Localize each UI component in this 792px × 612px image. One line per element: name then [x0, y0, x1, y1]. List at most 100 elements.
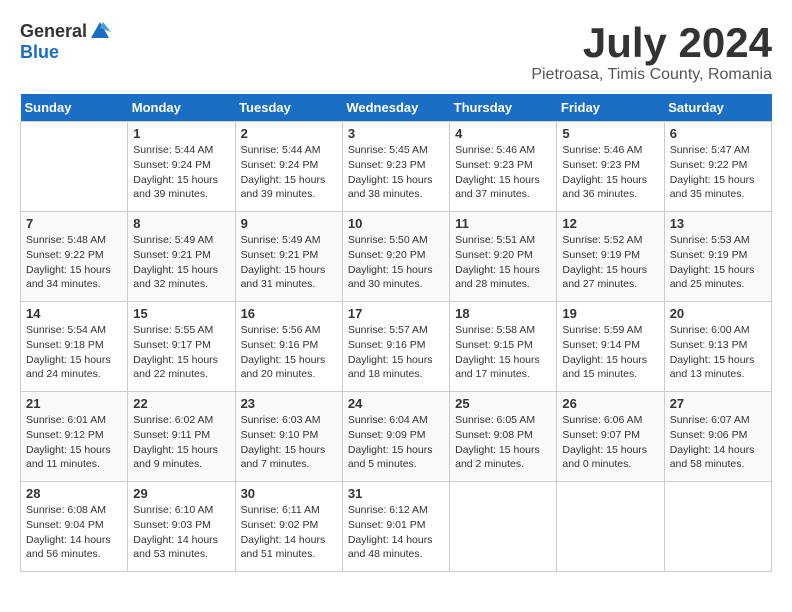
day-number: 12: [562, 216, 658, 231]
day-number: 8: [133, 216, 229, 231]
day-of-week-header: Saturday: [664, 94, 771, 122]
calendar-day-cell: 21Sunrise: 6:01 AMSunset: 9:12 PMDayligh…: [21, 392, 128, 482]
day-info: Sunrise: 6:11 AMSunset: 9:02 PMDaylight:…: [241, 503, 337, 562]
calendar-day-cell: [664, 482, 771, 572]
calendar-day-cell: 17 Sunrise: 5:57 AMSunset: 9:16 PMDayligh…: [342, 302, 449, 392]
day-number: 17: [348, 306, 444, 321]
calendar-week-row: 21Sunrise: 6:01 AMSunset: 9:12 PMDayligh…: [21, 392, 772, 482]
day-info: Sunrise: 5:59 AMSunset: 9:14 PMDaylight:…: [562, 323, 658, 382]
day-number: 23: [241, 396, 337, 411]
day-number: 15: [133, 306, 229, 321]
calendar-day-cell: 1 Sunrise: 5:44 AMSunset: 9:24 PMDaylight…: [128, 122, 235, 212]
day-number: 10: [348, 216, 444, 231]
calendar-day-cell: 16Sunrise: 5:56 AMSunset: 9:16 PMDayligh…: [235, 302, 342, 392]
calendar-day-cell: 23 Sunrise: 6:03 AMSunset: 9:10 PMDayligh…: [235, 392, 342, 482]
calendar-table: SundayMondayTuesdayWednesdayThursdayFrid…: [20, 94, 772, 572]
day-info: Sunrise: 6:05 AMSunset: 9:08 PMDaylight:…: [455, 413, 551, 472]
day-number: 5: [562, 126, 658, 141]
calendar-day-cell: 15 Sunrise: 5:55 AMSunset: 9:17 PMDayligh…: [128, 302, 235, 392]
day-info: Sunrise: 5:49 AMSunset: 9:21 PMDaylight:…: [241, 233, 337, 292]
day-info: Sunrise: 6:08 AMSunset: 9:04 PMDaylight:…: [26, 503, 122, 562]
calendar-day-cell: 7Sunrise: 5:48 AMSunset: 9:22 PMDaylight…: [21, 212, 128, 302]
day-number: 11: [455, 216, 551, 231]
day-number: 19: [562, 306, 658, 321]
day-info: Sunrise: 6:03 AMSunset: 9:10 PMDaylight:…: [241, 413, 337, 472]
calendar-week-row: 28 Sunrise: 6:08 AMSunset: 9:04 PMDayligh…: [21, 482, 772, 572]
day-info: Sunrise: 5:48 AMSunset: 9:22 PMDaylight:…: [26, 233, 122, 292]
day-number: 25: [455, 396, 551, 411]
day-info: Sunrise: 6:02 AMSunset: 9:11 PMDaylight:…: [133, 413, 229, 472]
day-info: Sunrise: 5:46 AMSunset: 9:23 PMDaylight:…: [455, 143, 551, 202]
calendar-day-cell: 3Sunrise: 5:45 AMSunset: 9:23 PMDaylight…: [342, 122, 449, 212]
day-of-week-header: Wednesday: [342, 94, 449, 122]
location-subtitle: Pietroasa, Timis County, Romania: [531, 66, 772, 84]
calendar-day-cell: 20 Sunrise: 6:00 AMSunset: 9:13 PMDayligh…: [664, 302, 771, 392]
calendar-week-row: 14 Sunrise: 5:54 AMSunset: 9:18 PMDayligh…: [21, 302, 772, 392]
logo-blue-text: Blue: [20, 42, 59, 62]
logo: General Blue: [20, 20, 111, 63]
day-number: 30: [241, 486, 337, 501]
calendar-day-cell: 18Sunrise: 5:58 AMSunset: 9:15 PMDayligh…: [450, 302, 557, 392]
calendar-day-cell: 11Sunrise: 5:51 AMSunset: 9:20 PMDayligh…: [450, 212, 557, 302]
calendar-week-row: 7Sunrise: 5:48 AMSunset: 9:22 PMDaylight…: [21, 212, 772, 302]
day-number: 1: [133, 126, 229, 141]
day-info: Sunrise: 5:49 AMSunset: 9:21 PMDaylight:…: [133, 233, 229, 292]
day-info: Sunrise: 5:47 AMSunset: 9:22 PMDaylight:…: [670, 143, 766, 202]
day-info: Sunrise: 6:04 AMSunset: 9:09 PMDaylight:…: [348, 413, 444, 472]
calendar-day-cell: 26 Sunrise: 6:06 AMSunset: 9:07 PMDayligh…: [557, 392, 664, 482]
day-number: 24: [348, 396, 444, 411]
day-info: Sunrise: 6:06 AMSunset: 9:07 PMDaylight:…: [562, 413, 658, 472]
day-info: Sunrise: 6:00 AMSunset: 9:13 PMDaylight:…: [670, 323, 766, 382]
calendar-day-cell: [450, 482, 557, 572]
calendar-day-cell: 12 Sunrise: 5:52 AMSunset: 9:19 PMDayligh…: [557, 212, 664, 302]
logo-general-text: General: [20, 21, 87, 42]
calendar-week-row: 1 Sunrise: 5:44 AMSunset: 9:24 PMDaylight…: [21, 122, 772, 212]
day-info: Sunrise: 5:44 AMSunset: 9:24 PMDaylight:…: [133, 143, 229, 202]
day-number: 9: [241, 216, 337, 231]
day-number: 2: [241, 126, 337, 141]
day-number: 28: [26, 486, 122, 501]
day-number: 21: [26, 396, 122, 411]
calendar-day-cell: 29Sunrise: 6:10 AMSunset: 9:03 PMDayligh…: [128, 482, 235, 572]
calendar-day-cell: 13Sunrise: 5:53 AMSunset: 9:19 PMDayligh…: [664, 212, 771, 302]
title-section: July 2024 Pietroasa, Timis County, Roman…: [531, 20, 772, 84]
day-info: Sunrise: 5:52 AMSunset: 9:19 PMDaylight:…: [562, 233, 658, 292]
calendar-day-cell: 22 Sunrise: 6:02 AMSunset: 9:11 PMDayligh…: [128, 392, 235, 482]
calendar-day-cell: [557, 482, 664, 572]
day-number: 26: [562, 396, 658, 411]
day-of-week-header: Tuesday: [235, 94, 342, 122]
calendar-header-row: SundayMondayTuesdayWednesdayThursdayFrid…: [21, 94, 772, 122]
calendar-day-cell: 6Sunrise: 5:47 AMSunset: 9:22 PMDaylight…: [664, 122, 771, 212]
day-of-week-header: Thursday: [450, 94, 557, 122]
day-info: Sunrise: 6:07 AMSunset: 9:06 PMDaylight:…: [670, 413, 766, 472]
day-number: 31: [348, 486, 444, 501]
month-title: July 2024: [531, 20, 772, 66]
calendar-day-cell: 10 Sunrise: 5:50 AMSunset: 9:20 PMDayligh…: [342, 212, 449, 302]
day-of-week-header: Sunday: [21, 94, 128, 122]
day-number: 20: [670, 306, 766, 321]
day-info: Sunrise: 6:12 AMSunset: 9:01 PMDaylight:…: [348, 503, 444, 562]
calendar-day-cell: 24 Sunrise: 6:04 AMSunset: 9:09 PMDayligh…: [342, 392, 449, 482]
day-info: Sunrise: 5:57 AMSunset: 9:16 PMDaylight:…: [348, 323, 444, 382]
day-info: Sunrise: 5:53 AMSunset: 9:19 PMDaylight:…: [670, 233, 766, 292]
day-of-week-header: Monday: [128, 94, 235, 122]
logo-icon: [89, 20, 111, 42]
day-number: 14: [26, 306, 122, 321]
calendar-day-cell: 8 Sunrise: 5:49 AMSunset: 9:21 PMDaylight…: [128, 212, 235, 302]
calendar-day-cell: 4 Sunrise: 5:46 AMSunset: 9:23 PMDaylight…: [450, 122, 557, 212]
day-info: Sunrise: 5:55 AMSunset: 9:17 PMDaylight:…: [133, 323, 229, 382]
day-number: 16: [241, 306, 337, 321]
day-info: Sunrise: 5:50 AMSunset: 9:20 PMDaylight:…: [348, 233, 444, 292]
calendar-day-cell: 25 Sunrise: 6:05 AMSunset: 9:08 PMDayligh…: [450, 392, 557, 482]
day-of-week-header: Friday: [557, 94, 664, 122]
day-info: Sunrise: 5:58 AMSunset: 9:15 PMDaylight:…: [455, 323, 551, 382]
calendar-day-cell: 5Sunrise: 5:46 AMSunset: 9:23 PMDaylight…: [557, 122, 664, 212]
calendar-day-cell: 9 Sunrise: 5:49 AMSunset: 9:21 PMDaylight…: [235, 212, 342, 302]
calendar-day-cell: 27Sunrise: 6:07 AMSunset: 9:06 PMDayligh…: [664, 392, 771, 482]
calendar-day-cell: 30 Sunrise: 6:11 AMSunset: 9:02 PMDayligh…: [235, 482, 342, 572]
page-header: General Blue July 2024 Pietroasa, Timis …: [20, 20, 772, 84]
day-info: Sunrise: 5:54 AMSunset: 9:18 PMDaylight:…: [26, 323, 122, 382]
day-number: 29: [133, 486, 229, 501]
day-number: 4: [455, 126, 551, 141]
day-number: 22: [133, 396, 229, 411]
